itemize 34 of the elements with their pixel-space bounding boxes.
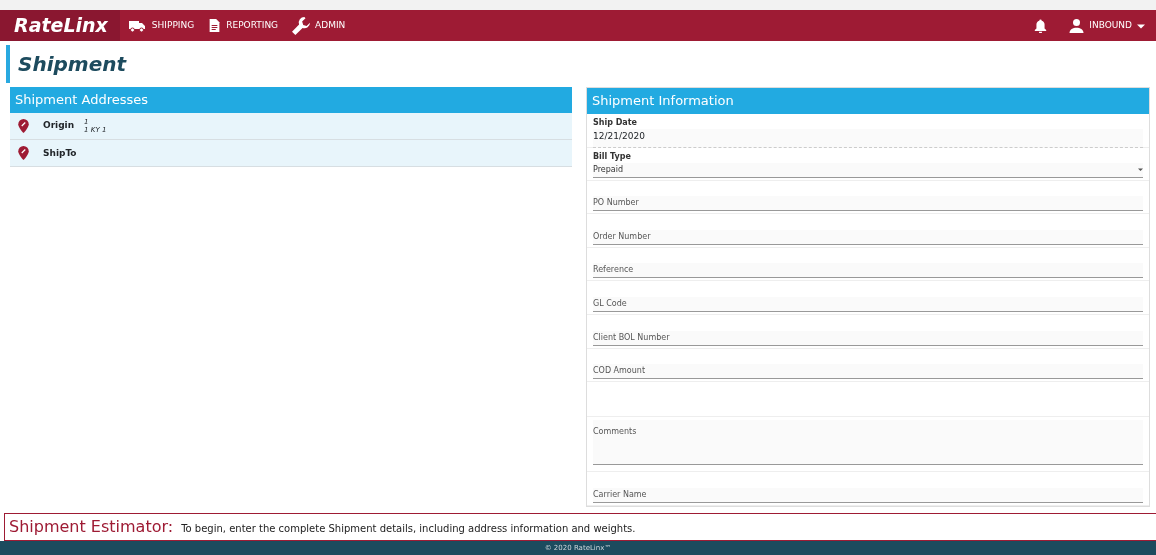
caret-icon: [1138, 167, 1143, 172]
bell-icon: [1034, 18, 1048, 33]
input-field[interactable]: Carrier Name: [593, 487, 1143, 503]
truck-icon: [126, 18, 147, 33]
input-field[interactable]: Order Number: [593, 229, 1143, 245]
brand-logo[interactable]: RateLinx: [0, 10, 120, 41]
address-label: ShipTo: [43, 146, 77, 160]
input-field[interactable]: COD Amount: [593, 364, 1143, 380]
comments-field[interactable]: Comments: [593, 420, 1143, 466]
document-icon: [208, 18, 222, 33]
wrench-icon: [292, 16, 311, 35]
user-menu-button[interactable]: INBOUND: [1062, 18, 1152, 33]
page-title: Shipment: [6, 45, 1150, 83]
map-pin-icon: [18, 146, 29, 161]
nav-link[interactable]: SHIPPING: [119, 18, 202, 33]
date-field[interactable]: 12/21/2020: [593, 128, 1143, 148]
field-label: Bill Type: [593, 150, 632, 163]
field-label: Ship Date: [593, 116, 638, 129]
input-field[interactable]: Reference: [593, 263, 1143, 279]
map-pin-icon: [18, 118, 29, 133]
user-icon: [1069, 18, 1085, 33]
input-field[interactable]: PO Number: [593, 196, 1143, 212]
nav-link[interactable]: ADMIN: [285, 16, 353, 35]
panel-header: Shipment Addresses: [10, 87, 572, 113]
nav-link[interactable]: REPORTING: [201, 18, 286, 33]
address-label: Origin: [43, 119, 75, 133]
select-field[interactable]: Prepaid: [593, 162, 1143, 178]
estimator-message: To begin, enter the complete Shipment details, including address information and weights.: [181, 522, 636, 536]
panel-header: Shipment Information: [587, 88, 1149, 114]
estimator-title: Shipment Estimator:: [9, 516, 174, 538]
caret-icon: [1137, 21, 1145, 30]
input-field[interactable]: Client BOL Number: [593, 330, 1143, 346]
input-field[interactable]: GL Code: [593, 297, 1143, 313]
address-row[interactable]: ShipTo: [10, 140, 572, 168]
